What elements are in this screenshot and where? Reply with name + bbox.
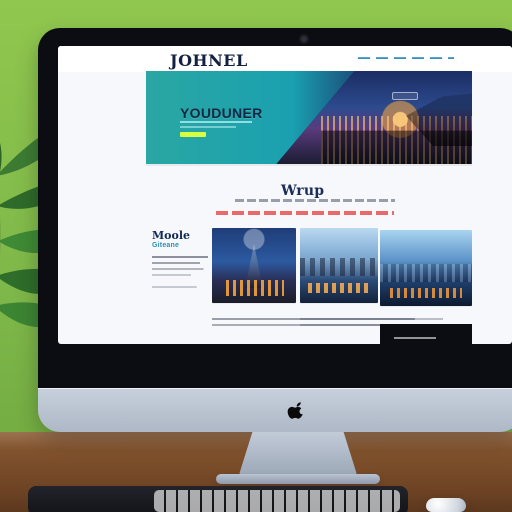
apple-icon (286, 400, 306, 420)
apple-icon-svg (287, 402, 303, 419)
section-subtitle-line (235, 199, 395, 202)
section-title: Wrup (281, 183, 325, 199)
nav-item-1[interactable]: ▬▬ (358, 55, 370, 61)
left-text-column: Moole Giteane (152, 230, 216, 310)
nav-item-6[interactable]: ▬ (448, 55, 454, 61)
gallery-image-2[interactable] (300, 228, 378, 303)
monitor-chin (38, 388, 512, 432)
nav-item-4[interactable]: ▬▬ (412, 55, 424, 61)
site-nav: ▬▬ ▬▬ ▬▬ ▬▬ ▬▬ ▬ (358, 55, 454, 61)
left-body-lines (152, 256, 208, 288)
gallery-image-1[interactable] (212, 228, 296, 303)
left-title: Moole (152, 229, 191, 242)
footer-dark-panel (380, 324, 472, 344)
webcam-dot (301, 36, 307, 42)
hero-badge (392, 92, 418, 100)
hero-cta-button[interactable] (180, 132, 206, 137)
monitor-stand-neck (238, 432, 358, 478)
nav-item-3[interactable]: ▬▬ (394, 55, 406, 61)
site-logo[interactable]: JOHNEL (170, 51, 248, 70)
nav-item-2[interactable]: ▬▬ (376, 55, 388, 61)
hero-banner: YOUDUNER (146, 71, 472, 164)
website-header: JOHNEL ▬▬ ▬▬ ▬▬ ▬▬ ▬▬ ▬ (58, 46, 512, 72)
monitor-stand-base (216, 474, 380, 484)
mouse[interactable] (426, 498, 466, 512)
left-subtitle: Giteane (152, 242, 180, 249)
photo-scene: JOHNEL ▬▬ ▬▬ ▬▬ ▬▬ ▬▬ ▬ YOUDUNER Wrup Mo… (0, 0, 512, 512)
hero-title: YOUDUNER (180, 105, 263, 121)
monitor-screen: JOHNEL ▬▬ ▬▬ ▬▬ ▬▬ ▬▬ ▬ YOUDUNER Wrup Mo… (58, 46, 512, 344)
section-red-line (216, 211, 394, 215)
footer-dark-panel-text-line (394, 337, 436, 339)
nav-item-5[interactable]: ▬▬ (430, 55, 442, 61)
keyboard-keys[interactable] (154, 490, 400, 512)
gallery-image-3[interactable] (380, 230, 472, 306)
hero-subtitle-lines (180, 121, 252, 130)
